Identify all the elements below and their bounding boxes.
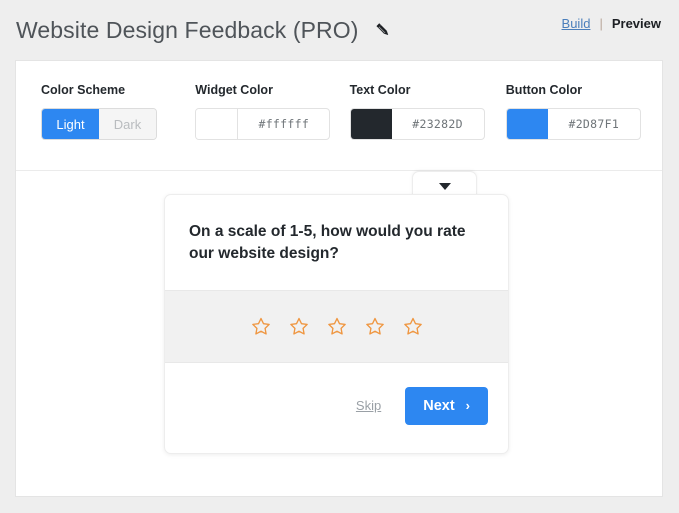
- star-2-icon[interactable]: [289, 316, 309, 336]
- button-color-value[interactable]: #2D87F1: [548, 109, 640, 139]
- setting-widget-color: Widget Color #ffffff: [195, 83, 349, 170]
- widget-color-field[interactable]: #ffffff: [195, 108, 331, 140]
- skip-link[interactable]: Skip: [356, 398, 381, 413]
- color-scheme-label: Color Scheme: [41, 83, 126, 97]
- settings-row: Color Scheme Light Dark Widget Color #ff…: [16, 61, 662, 171]
- setting-button-color: Button Color #2D87F1: [505, 83, 662, 170]
- title-wrap: Website Design Feedback (PRO): [16, 17, 393, 44]
- text-color-swatch[interactable]: [350, 109, 392, 139]
- setting-color-scheme: Color Scheme Light Dark: [41, 83, 195, 170]
- widget-question-text: On a scale of 1-5, how would you rate ou…: [189, 223, 466, 263]
- widget-color-value[interactable]: #ffffff: [238, 109, 329, 139]
- header-actions: Build | Preview: [562, 16, 661, 31]
- next-button-label: Next: [423, 397, 455, 414]
- widget-color-label: Widget Color: [195, 83, 273, 97]
- star-5-icon[interactable]: [403, 316, 423, 336]
- header-separator: |: [599, 16, 603, 31]
- feedback-widget: On a scale of 1-5, how would you rate ou…: [164, 194, 509, 454]
- color-scheme-toggle[interactable]: Light Dark: [41, 108, 157, 140]
- star-4-icon[interactable]: [365, 316, 385, 336]
- widget-color-swatch[interactable]: [196, 109, 239, 139]
- text-color-label: Text Color: [349, 83, 411, 97]
- button-color-field[interactable]: #2D87F1: [505, 108, 641, 140]
- main-card: Color Scheme Light Dark Widget Color #ff…: [15, 60, 663, 497]
- text-color-field[interactable]: #23282D: [349, 108, 485, 140]
- next-button[interactable]: Next ›: [405, 386, 488, 425]
- widget-footer: Skip Next ›: [165, 363, 508, 449]
- preview-link[interactable]: Preview: [612, 16, 661, 31]
- caret-down-icon: [438, 183, 451, 190]
- button-color-swatch[interactable]: [506, 109, 548, 139]
- button-color-label: Button Color: [505, 83, 583, 97]
- text-color-value[interactable]: #23282D: [392, 109, 484, 139]
- star-rating[interactable]: [165, 289, 508, 363]
- color-scheme-option-light[interactable]: Light: [42, 109, 99, 139]
- star-1-icon[interactable]: [251, 316, 271, 336]
- page-header: Website Design Feedback (PRO) Build | Pr…: [0, 0, 679, 60]
- star-3-icon[interactable]: [327, 316, 347, 336]
- setting-text-color: Text Color #23282D: [349, 83, 506, 170]
- pencil-icon[interactable]: [373, 20, 393, 40]
- page-title: Website Design Feedback (PRO): [16, 16, 359, 43]
- color-scheme-option-dark[interactable]: Dark: [99, 109, 156, 139]
- chevron-right-icon: ›: [465, 398, 470, 414]
- build-link[interactable]: Build: [562, 16, 591, 31]
